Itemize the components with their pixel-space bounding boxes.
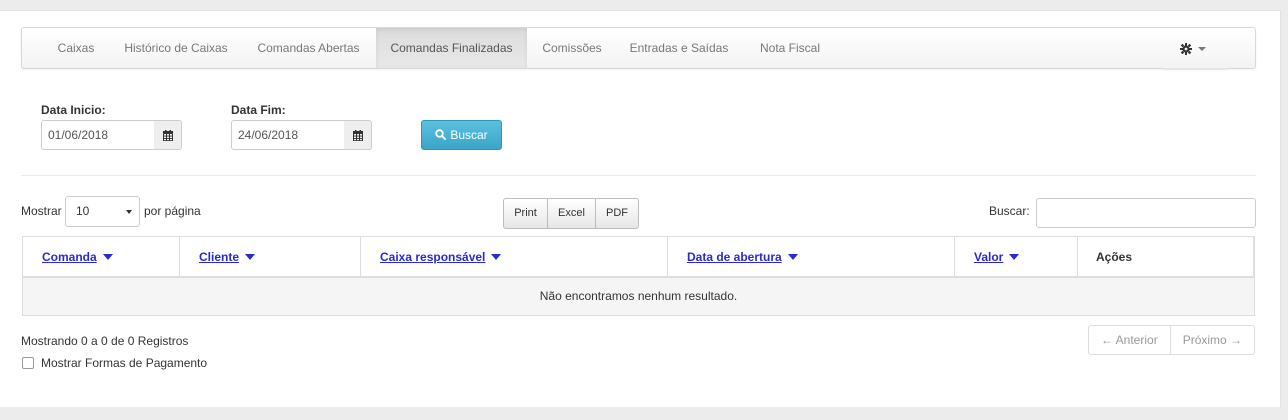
sort-desc-icon xyxy=(1009,254,1020,260)
sort-desc-icon xyxy=(491,254,502,260)
end-date-label: Data Fim: xyxy=(231,103,286,117)
search-button-label: Buscar xyxy=(450,128,488,142)
tab-comissoes[interactable]: Comissões xyxy=(527,28,617,68)
tab-comandas-finalizadas[interactable]: Comandas Finalizadas xyxy=(376,28,527,68)
sort-desc-icon xyxy=(102,254,113,260)
divider xyxy=(21,175,1256,176)
chevron-down-icon xyxy=(126,210,132,214)
column-header-label[interactable]: Caixa responsável xyxy=(380,250,485,264)
empty-table-message: Não encontramos nenhum resultado. xyxy=(23,278,1254,315)
records-info: Mostrando 0 a 0 de 0 Registros xyxy=(21,334,189,348)
column-header-valor[interactable]: Valor xyxy=(955,237,1078,278)
search-button[interactable]: Buscar xyxy=(421,120,502,150)
page-size-value: 10 xyxy=(76,204,90,218)
section-navbar: Caixas Histórico de Caixas Comandas Aber… xyxy=(21,27,1256,70)
column-header-cliente[interactable]: Cliente xyxy=(180,237,361,278)
table-search-label: Buscar: xyxy=(989,204,1030,218)
column-header-label: Ações xyxy=(1096,250,1133,264)
next-page-button[interactable]: Próximo → xyxy=(1170,325,1256,355)
start-date-input[interactable]: 01/06/2018 xyxy=(41,120,155,150)
pdf-button[interactable]: PDF xyxy=(596,198,639,229)
page-size-select[interactable]: 10 xyxy=(65,196,140,227)
tab-caixas[interactable]: Caixas xyxy=(42,28,110,68)
start-date-calendar-button[interactable] xyxy=(154,120,182,150)
end-date-calendar-button[interactable] xyxy=(344,120,372,150)
export-button-group: Print Excel PDF xyxy=(503,198,639,229)
tab-comandas-abertas[interactable]: Comandas Abertas xyxy=(242,28,375,68)
tab-entradas-e-saidas[interactable]: Entradas e Saídas xyxy=(617,28,741,68)
end-date-input[interactable]: 24/06/2018 xyxy=(231,120,345,150)
column-header-label[interactable]: Valor xyxy=(974,250,1003,264)
payment-forms-label: Mostrar Formas de Pagamento xyxy=(41,356,208,370)
calendar-icon xyxy=(163,130,173,141)
start-date-label: Data Inicio: xyxy=(41,103,106,117)
per-page-label: por página xyxy=(144,204,201,218)
column-header-comanda[interactable]: Comanda xyxy=(23,237,180,278)
previous-page-button[interactable]: ← Anterior xyxy=(1088,325,1171,355)
sort-desc-icon xyxy=(787,254,798,260)
payment-forms-checkbox[interactable] xyxy=(22,357,34,369)
column-header-caixa-responsavel[interactable]: Caixa responsável xyxy=(361,237,668,278)
column-header-acoes: Ações xyxy=(1078,237,1254,278)
pagination: ← Anterior Próximo → xyxy=(1088,325,1256,355)
gear-icon xyxy=(1180,43,1192,55)
column-header-label[interactable]: Comanda xyxy=(42,250,97,264)
show-label: Mostrar xyxy=(21,204,62,218)
column-header-label[interactable]: Data de abertura xyxy=(687,250,782,264)
column-header-data-de-abertura[interactable]: Data de abertura xyxy=(668,237,955,278)
table-search-input[interactable] xyxy=(1036,198,1256,228)
tab-nota-fiscal[interactable]: Nota Fiscal xyxy=(741,28,839,68)
data-table: Comanda Cliente Caixa responsável Data d… xyxy=(22,236,1255,316)
column-header-label[interactable]: Cliente xyxy=(199,250,239,264)
excel-button[interactable]: Excel xyxy=(548,198,596,229)
sort-desc-icon xyxy=(245,254,256,260)
chevron-down-icon xyxy=(1198,47,1206,51)
print-button[interactable]: Print xyxy=(503,198,548,229)
settings-dropdown[interactable] xyxy=(1164,28,1226,70)
calendar-icon xyxy=(353,130,363,141)
page-bottom-strip xyxy=(0,408,1288,420)
search-icon xyxy=(435,129,447,141)
tab-historico-de-caixas[interactable]: Histórico de Caixas xyxy=(110,28,242,68)
